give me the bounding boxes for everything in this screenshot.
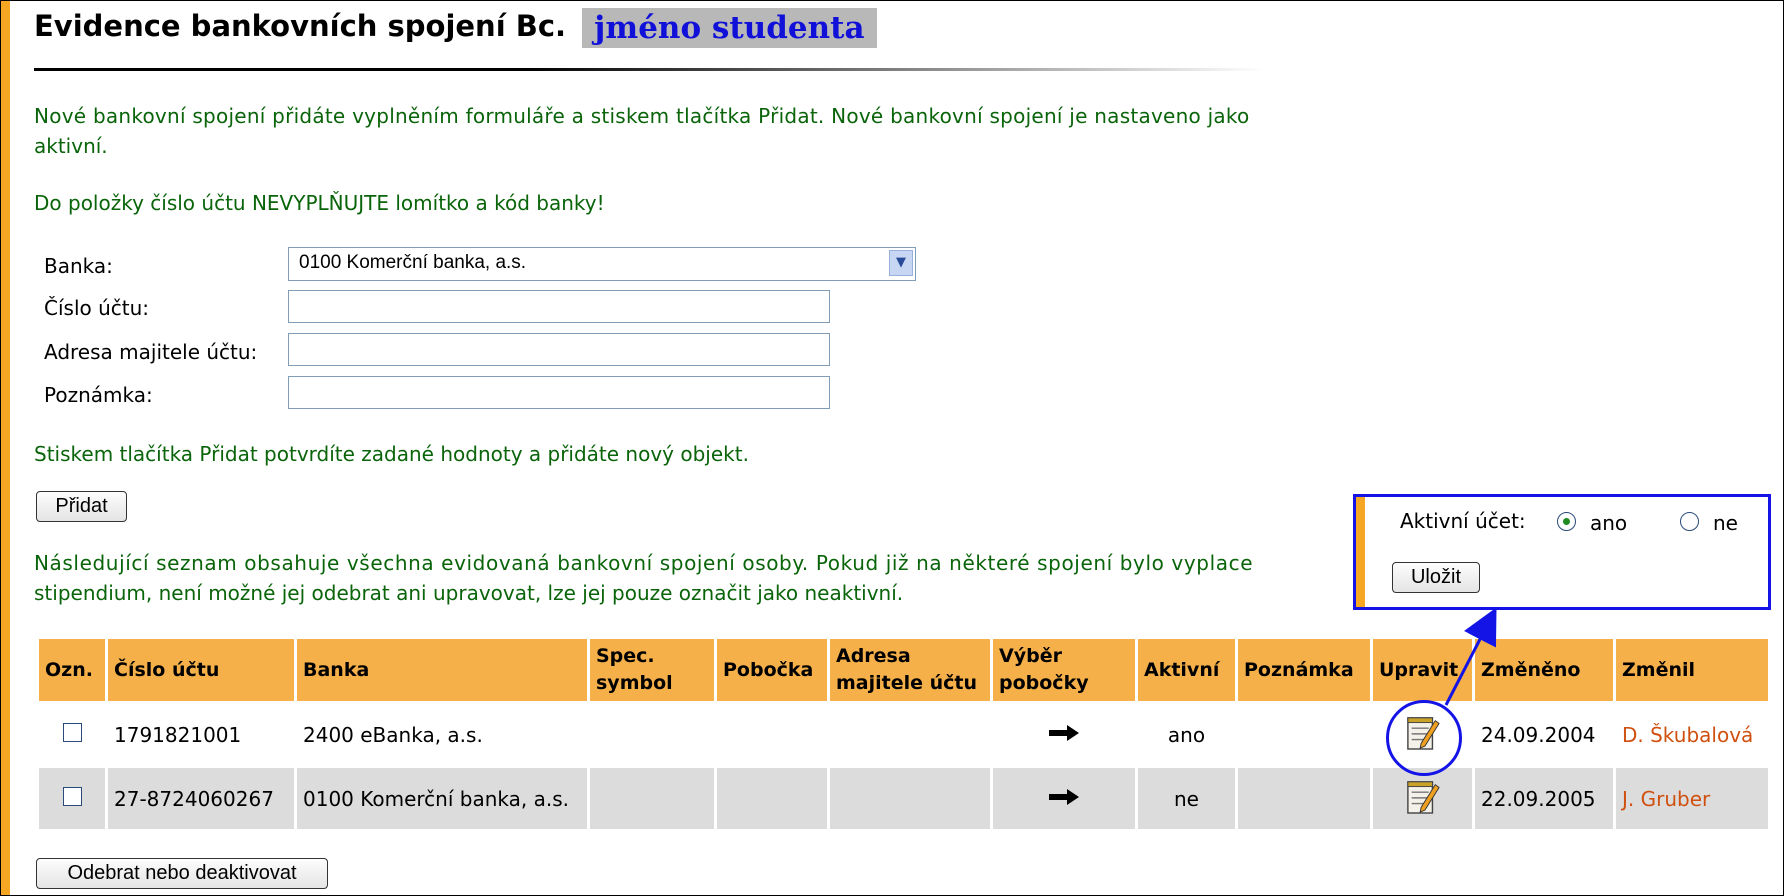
active-cell: ne xyxy=(1138,768,1235,829)
branch-cell xyxy=(717,704,827,765)
account-number-input[interactable] xyxy=(288,290,830,323)
note-label: Poznámka: xyxy=(44,383,153,407)
bank-select[interactable]: 0100 Komerční banka, a.s. ▼ xyxy=(288,247,916,281)
changed-by-link[interactable]: J. Gruber xyxy=(1622,787,1710,811)
row-select-cell xyxy=(39,704,105,765)
active-no-label: ne xyxy=(1713,511,1738,535)
left-accent-bar xyxy=(1,1,10,895)
spec-symbol-cell xyxy=(590,704,714,765)
col-header-spec-symbol: Spec. symbol xyxy=(590,639,714,701)
list-info-line-2: stipendium, není možné jej odebrat ani u… xyxy=(34,581,904,605)
row-checkbox[interactable] xyxy=(62,786,82,806)
submit-hint: Stiskem tlačítka Přidat potvrdíte zadané… xyxy=(34,442,749,466)
intro-text: Nové bankovní spojení přidáte vyplněním … xyxy=(34,101,1250,161)
col-header-branch: Pobočka xyxy=(717,639,827,701)
edit-notepad-icon[interactable] xyxy=(1406,776,1440,816)
row-select-cell xyxy=(39,768,105,829)
intro-line-2: aktivní. xyxy=(34,134,108,158)
save-button[interactable]: Uložit xyxy=(1392,562,1480,593)
col-header-note: Poznámka xyxy=(1238,639,1370,701)
intro-line-1: Nové bankovní spojení přidáte vyplněním … xyxy=(34,104,1250,128)
col-header-edit: Upravit xyxy=(1373,639,1472,701)
note-cell xyxy=(1238,704,1370,765)
owner-address-input[interactable] xyxy=(288,333,830,366)
active-account-popup: Aktivní účet: ano ne Uložit xyxy=(1353,494,1771,610)
title-divider xyxy=(34,68,1264,71)
active-account-label: Aktivní účet: xyxy=(1400,509,1526,533)
changed-by-cell: D. Škubalová xyxy=(1616,704,1768,765)
note-input[interactable] xyxy=(288,376,830,409)
col-header-bank: Banka xyxy=(297,639,587,701)
active-no-radio[interactable] xyxy=(1680,512,1699,531)
table-row: 27-8724060267 0100 Komerční banka, a.s. … xyxy=(39,768,1768,829)
bank-select-value: 0100 Komerční banka, a.s. xyxy=(299,252,527,273)
col-header-owner-address: Adresa majitele účtu xyxy=(830,639,990,701)
arrow-right-icon[interactable] xyxy=(1047,724,1081,742)
edit-cell xyxy=(1373,768,1472,829)
remove-or-deactivate-button[interactable]: Odebrat nebo deaktivovat xyxy=(36,858,328,889)
bank-cell: 0100 Komerční banka, a.s. xyxy=(297,768,587,829)
col-header-changed-by: Změnil xyxy=(1616,639,1768,701)
branch-cell xyxy=(717,768,827,829)
arrow-right-icon[interactable] xyxy=(1047,788,1081,806)
account-number-cell: 1791821001 xyxy=(114,722,242,747)
changed-date-cell: 22.09.2005 xyxy=(1475,768,1613,829)
table-row: 1791821001 2400 eBanka, a.s. ano 24.09.2… xyxy=(39,704,1768,765)
select-chevron-icon[interactable]: ▼ xyxy=(889,250,913,276)
bank-accounts-table: Ozn. Číslo účtu Banka Spec. symbol Poboč… xyxy=(36,636,1771,832)
popup-accent-bar xyxy=(1356,497,1365,607)
account-number-cell: 27-8724060267 xyxy=(108,768,294,829)
note-cell xyxy=(1238,768,1370,829)
owner-address-label: Adresa majitele účtu: xyxy=(44,340,258,364)
list-info-line-1: Následující seznam obsahuje všechna evid… xyxy=(34,551,1254,575)
list-info-text: Následující seznam obsahuje všechna evid… xyxy=(34,548,1354,608)
owner-address-cell xyxy=(830,704,990,765)
annotation-circle xyxy=(1386,700,1462,776)
col-header-select: Ozn. xyxy=(39,639,105,701)
branch-choice-cell xyxy=(993,768,1135,829)
changed-by-link[interactable]: D. Škubalová xyxy=(1622,723,1753,747)
student-name-placeholder: jméno studenta xyxy=(582,8,877,48)
row-checkbox[interactable] xyxy=(62,722,82,742)
active-yes-radio[interactable] xyxy=(1557,512,1576,531)
owner-address-cell xyxy=(830,768,990,829)
active-yes-label: ano xyxy=(1590,511,1628,535)
changed-by-cell: J. Gruber xyxy=(1616,768,1768,829)
spec-symbol-cell xyxy=(590,768,714,829)
warning-text: Do položky číslo účtu NEVYPLŇUJTE lomítk… xyxy=(34,191,605,215)
bank-cell: 2400 eBanka, a.s. xyxy=(303,722,483,747)
branch-choice-cell xyxy=(993,704,1135,765)
col-header-changed: Změněno xyxy=(1475,639,1613,701)
table-header-row: Ozn. Číslo účtu Banka Spec. symbol Poboč… xyxy=(39,639,1768,701)
bank-label: Banka: xyxy=(44,254,113,278)
col-header-active: Aktivní xyxy=(1138,639,1235,701)
col-header-branch-choice: Výběr pobočky xyxy=(993,639,1135,701)
account-number-label: Číslo účtu: xyxy=(44,296,150,320)
active-cell: ano xyxy=(1167,722,1206,747)
page-title: Evidence bankovních spojení Bc. jméno st… xyxy=(34,8,877,48)
add-button[interactable]: Přidat xyxy=(36,491,127,522)
page-title-text: Evidence bankovních spojení Bc. xyxy=(34,9,567,43)
col-header-account: Číslo účtu xyxy=(108,639,294,701)
changed-date-cell: 24.09.2004 xyxy=(1481,722,1596,747)
